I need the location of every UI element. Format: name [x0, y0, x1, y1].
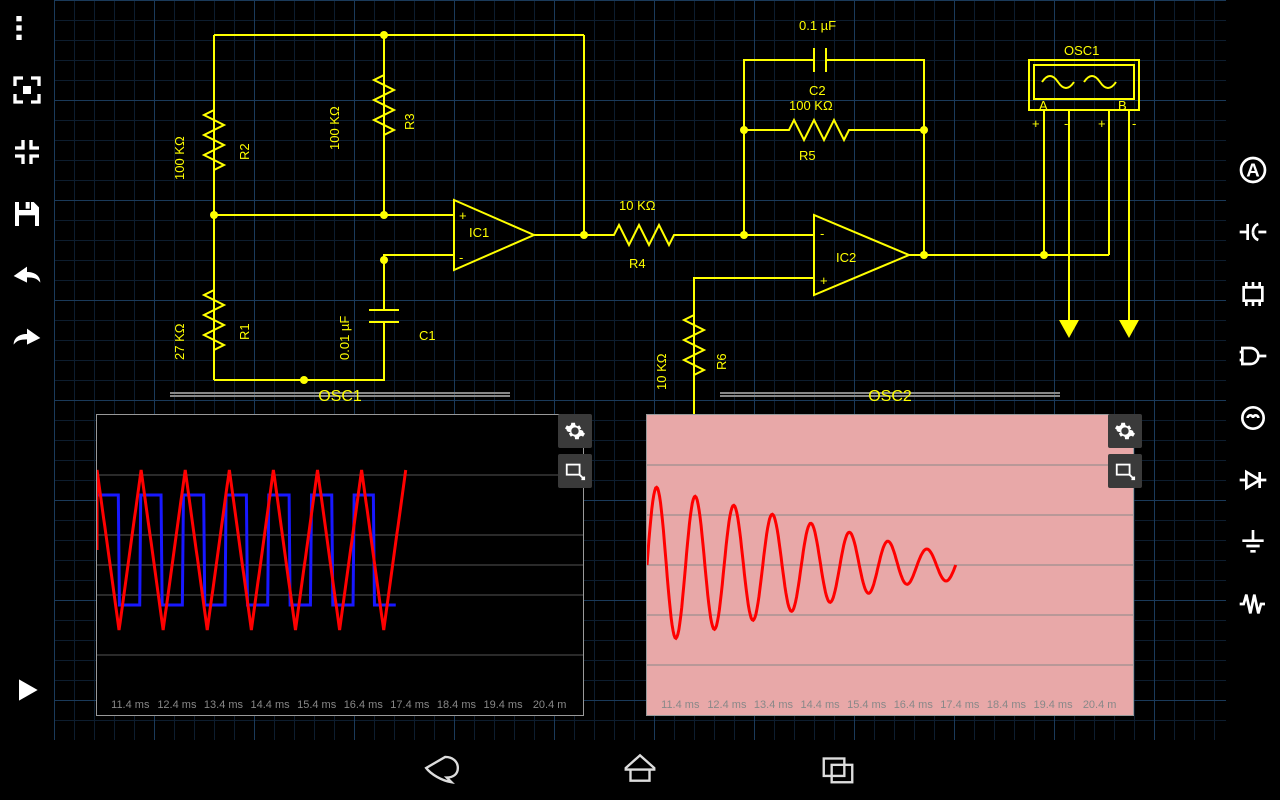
osc1-plus2: + [1098, 116, 1106, 131]
fullscreen-icon[interactable] [7, 70, 47, 110]
undo-icon[interactable] [7, 256, 47, 296]
chip-icon[interactable] [1233, 274, 1273, 314]
ic1-label: IC1 [469, 225, 489, 240]
ammeter-icon[interactable]: A [1233, 150, 1273, 190]
osc1-minus1: - [1064, 116, 1068, 131]
r1-label: R1 [237, 323, 252, 340]
c1-value: 0.01 µF [337, 316, 352, 360]
c1-label: C1 [419, 328, 436, 343]
c2-value: 0.1 µF [799, 18, 836, 33]
diode-icon[interactable] [1233, 460, 1273, 500]
scope1-title: OSC1 [310, 388, 370, 406]
r6-label: R6 [714, 353, 729, 370]
inductor-icon[interactable] [1233, 398, 1273, 438]
r4-value: 10 KΩ [619, 198, 656, 213]
left-toolbar [0, 0, 54, 740]
svg-text:+: + [820, 273, 828, 288]
oscilloscope-panel-2[interactable]: OSC2 11.4 ms12.4 ms13.4 ms14.4 ms15.4 ms… [640, 390, 1140, 720]
r6-value: 10 KΩ [654, 353, 669, 390]
gate-icon[interactable] [1233, 336, 1273, 376]
svg-text:A: A [1246, 160, 1259, 181]
nav-home-icon[interactable] [621, 749, 659, 792]
ic2-label: IC2 [836, 250, 856, 265]
r4-label: R4 [629, 256, 646, 271]
play-icon[interactable] [7, 670, 47, 710]
r5-label: R5 [799, 148, 816, 163]
scope1-settings-icon[interactable] [558, 414, 592, 448]
save-icon[interactable] [7, 194, 47, 234]
right-toolbar: A [1226, 0, 1280, 740]
osc1-plus1: + [1032, 116, 1040, 131]
scope2-title: OSC2 [860, 388, 920, 406]
osc1-minus2: - [1132, 116, 1136, 131]
svg-text:-: - [459, 250, 463, 265]
signal-icon[interactable] [1233, 584, 1273, 624]
ground-icon[interactable] [1233, 522, 1273, 562]
svg-text:-: - [820, 226, 824, 241]
c2-label: C2 [809, 83, 826, 98]
nav-recent-icon[interactable] [819, 749, 857, 792]
r2-label: R2 [237, 143, 252, 160]
scope2-xaxis: 11.4 ms12.4 ms13.4 ms14.4 ms15.4 ms16.4 … [657, 699, 1123, 711]
osc1-chb: B [1118, 98, 1127, 113]
svg-text:+: + [459, 208, 467, 223]
r5-value: 100 KΩ [789, 98, 833, 113]
collapse-icon[interactable] [7, 132, 47, 172]
scope1-expand-icon[interactable] [558, 454, 592, 488]
scope2-settings-icon[interactable] [1108, 414, 1142, 448]
menu-icon[interactable] [7, 8, 47, 48]
r3-label: R3 [402, 113, 417, 130]
nav-back-icon[interactable] [423, 749, 461, 792]
redo-icon[interactable] [7, 318, 47, 358]
oscilloscope-panel-1[interactable]: OSC1 11.4 ms12.4 ms13.4 ms14.4 ms15.4 ms… [90, 390, 590, 720]
r2-value: 100 KΩ [172, 136, 187, 180]
android-navbar [0, 740, 1280, 800]
r1-value: 27 KΩ [172, 323, 187, 360]
scope2-expand-icon[interactable] [1108, 454, 1142, 488]
osc1-label: OSC1 [1064, 43, 1099, 58]
scope1-xaxis: 11.4 ms12.4 ms13.4 ms14.4 ms15.4 ms16.4 … [107, 699, 573, 711]
capacitor-tool-icon[interactable] [1233, 212, 1273, 252]
r3-value: 100 KΩ [327, 106, 342, 150]
